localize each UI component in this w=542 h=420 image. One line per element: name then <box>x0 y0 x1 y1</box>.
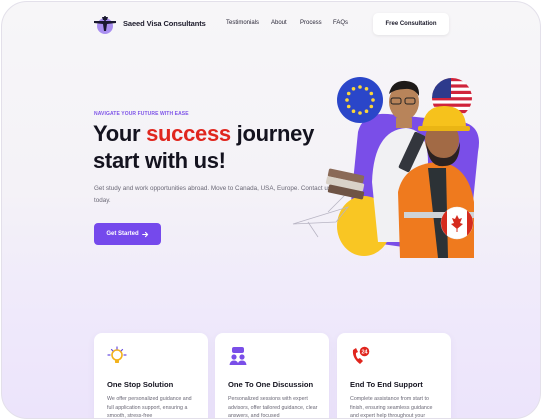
brand-name[interactable]: Saeed Visa Consultants <box>123 19 206 28</box>
nav-link-faqs[interactable]: FAQs <box>333 20 348 26</box>
hero-illustration <box>292 77 479 258</box>
lightbulb-gear-icon <box>107 346 127 363</box>
card-title: End To End Support <box>350 380 423 389</box>
free-consultation-button[interactable]: Free Consultation <box>373 13 449 35</box>
nav-link-about[interactable]: About <box>271 20 287 26</box>
card-text: Complete assistance from start to finish… <box>350 396 433 419</box>
feature-card-one-stop[interactable]: One Stop Solution We offer personalized … <box>94 333 208 419</box>
feature-card-one-to-one[interactable]: One To One Discussion Personalized sessi… <box>215 333 329 419</box>
nav-link-process[interactable]: Process <box>300 20 322 26</box>
canada-flag-icon <box>440 206 474 240</box>
card-title: One Stop Solution <box>107 380 174 389</box>
feature-card-end-to-end[interactable]: 24 End To End Support Complete assistanc… <box>337 333 451 419</box>
get-started-label: Get Started <box>106 231 139 237</box>
card-text: We offer personalized guidance and full … <box>107 396 192 419</box>
people-chat-icon <box>229 347 247 365</box>
svg-text:24: 24 <box>361 350 368 356</box>
headline-prefix: Your <box>93 121 147 146</box>
headline-line2: start with us! <box>93 148 226 173</box>
24-hour-phone-icon: 24 <box>352 346 370 364</box>
headline-accent: success <box>146 121 231 146</box>
page-frame: Saeed Visa Consultants Testimonials Abou… <box>1 1 541 419</box>
arrow-right-icon <box>141 231 148 237</box>
card-text: Personalized sessions with expert adviso… <box>228 396 318 419</box>
eu-flag-icon <box>337 77 383 123</box>
nav-link-testimonials[interactable]: Testimonials <box>226 20 259 26</box>
get-started-button[interactable]: Get Started <box>94 223 161 245</box>
card-title: One To One Discussion <box>228 380 314 389</box>
hero-eyebrow: NAVIGATE YOUR FUTURE WITH EASE <box>94 111 189 117</box>
hero-headline: Your success journey start with us! <box>93 120 314 174</box>
airplane-logo-icon[interactable] <box>93 13 117 35</box>
top-nav: Saeed Visa Consultants Testimonials Abou… <box>2 2 540 46</box>
